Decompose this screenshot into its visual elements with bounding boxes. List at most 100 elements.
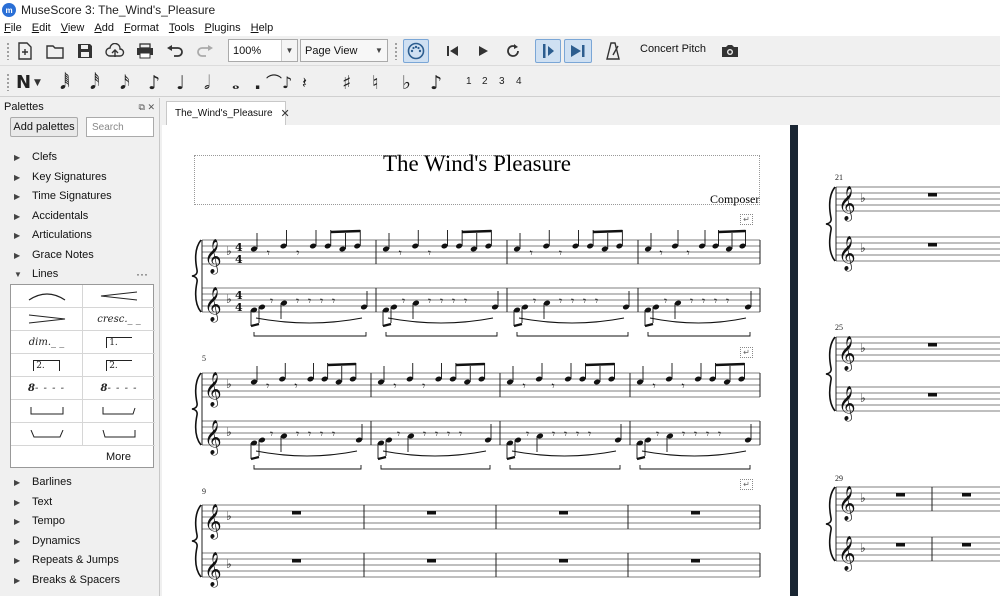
pedal-bracket-round-cell[interactable] [11,423,83,446]
midi-input-icon[interactable] [403,39,429,63]
chevron-down-icon[interactable]: ▼ [371,40,387,61]
quarter-note-icon[interactable]: ♩ [176,72,185,94]
menu-view[interactable]: View [61,22,85,34]
whole-note-icon[interactable]: 𝅝 [232,72,240,94]
eighth-note-icon[interactable]: ♪ [148,72,160,94]
augmentation-dot-icon[interactable]: . [254,72,261,94]
music-notation[interactable]: 𝄞𝄞♭♭4444𝄞𝄞♭♭𝄞𝄞♭♭𝄾 𝄾𝄾 𝄾 𝄾 𝄾 𝄾𝄾 𝄾𝄾 𝄾 𝄾 𝄾 𝄾𝄾 𝄾𝄾 𝄾 𝄾 𝄾 𝄾𝄾 𝄾𝄾… [162,125,1000,596]
voice-3-button[interactable]: 3 [499,76,505,87]
treble-clef-icon: 𝄞 [204,372,222,408]
add-palettes-button[interactable]: Add palettes [10,117,78,137]
seconda-volta-open-cell[interactable]: 2. [11,354,83,377]
rewind-icon[interactable] [442,40,464,62]
eighth-rest: 𝄾 [690,294,693,308]
palette-lines[interactable]: ▼ Lines ··· [0,265,158,283]
palette-dynamics[interactable]: ▶ Dynamics [0,532,158,550]
dim-line-cell[interactable]: dim. _ _ [11,331,83,354]
palette-clefs[interactable]: ▶ Clefs [0,148,158,166]
diminuendo-hairpin-cell[interactable] [11,308,83,331]
64th-note-icon[interactable]: 𝅘𝅥𝅱 [60,72,70,94]
menu-help[interactable]: Help [251,22,274,34]
beam [327,362,356,367]
treble-clef-icon: 𝄞 [838,486,856,522]
play-icon[interactable] [472,40,494,62]
rest-icon[interactable]: 𝄽 [302,72,307,94]
flip-direction-icon[interactable]: ♪ [430,72,442,94]
sharp-icon[interactable]: ♯ [342,72,351,94]
redo-icon[interactable] [194,40,216,62]
flat-icon[interactable]: ♭ [402,72,411,94]
score-tab[interactable]: The_Wind's_Pleasure ✕ [166,101,290,125]
voice-1-button[interactable]: 1 [466,76,472,87]
beam [382,322,392,328]
pan-score-icon[interactable] [564,39,592,63]
toolbar-grip[interactable] [6,42,10,60]
palette-accidentals[interactable]: ▶ Accidentals [0,207,158,225]
natural-icon[interactable]: ♮ [372,72,379,94]
slur-cell[interactable] [11,285,83,308]
playback-start-icon[interactable] [535,39,561,63]
print-icon[interactable] [134,40,156,62]
upload-cloud-icon[interactable] [104,40,126,62]
beam [585,362,615,367]
eighth-rest: 𝄾 [393,379,396,393]
float-icon[interactable]: ⧉ [139,102,145,112]
zoom-combobox[interactable]: 100% ▼ [228,39,298,62]
toolbar-grip[interactable] [6,73,10,91]
palette-search-input[interactable]: Search [86,117,154,137]
prima-volta-cell[interactable]: 1. [83,331,155,354]
new-file-icon[interactable] [14,40,36,62]
more-options-icon[interactable]: ··· [136,267,148,281]
menu-format[interactable]: Format [124,22,159,34]
key-signature-flat: ♭ [226,377,232,391]
undo-icon[interactable] [164,40,186,62]
palettes-header: Palettes ⧉ ✕ [0,98,159,116]
menu-tools[interactable]: Tools [169,22,195,34]
view-mode-select[interactable]: Page View ▼ [300,39,388,62]
pedal-bracket-angled-cell[interactable] [83,400,155,423]
menu-plugins[interactable]: Plugins [205,22,241,34]
palette-grace-notes[interactable]: ▶ Grace Notes [0,246,158,264]
concert-pitch-button[interactable]: Concert Pitch [640,43,706,55]
palette-key-signatures[interactable]: ▶ Key Signatures [0,168,158,186]
note-input-mode-icon[interactable]: N [16,72,31,94]
menu-add[interactable]: Add [94,22,114,34]
palettes-title: Palettes [4,101,44,113]
voice-2-button[interactable]: 2 [482,76,488,87]
menu-file[interactable]: File [4,22,22,34]
voice-4-button[interactable]: 4 [516,76,522,87]
screenshot-icon[interactable] [719,40,741,62]
score-canvas[interactable]: The Wind's Pleasure Composer 5 9 21 25 2… [162,125,1000,596]
pedal-bracket-half-cell[interactable] [83,423,155,446]
palette-time-signatures[interactable]: ▶ Time Signatures [0,187,158,205]
palette-repeats-jumps[interactable]: ▶ Repeats & Jumps [0,551,158,569]
toolbar-grip[interactable] [394,42,398,60]
palette-tempo[interactable]: ▶ Tempo [0,512,158,530]
cresc-line-cell[interactable]: cresc. _ _ [83,308,155,331]
crescendo-hairpin-cell[interactable] [83,285,155,308]
palette-articulations[interactable]: ▶ Articulations [0,226,158,244]
32nd-note-icon[interactable]: 𝅘𝅥𝅰 [90,72,100,94]
open-folder-icon[interactable] [44,40,66,62]
palette-breaks-spacers[interactable]: ▶ Breaks & Spacers [0,571,158,589]
palette-text[interactable]: ▶ Text [0,493,158,511]
eighth-rest: 𝄾 [447,427,450,441]
half-note-icon[interactable]: 𝅗𝅥 [204,72,210,94]
ottava-bassa-cell[interactable]: 8- - - - [83,377,155,400]
whole-rest [962,493,971,497]
seconda-volta-cell[interactable]: 2. [83,354,155,377]
menu-edit[interactable]: Edit [32,22,51,34]
more-lines-button[interactable]: More [83,446,154,468]
save-icon[interactable] [74,40,96,62]
close-icon[interactable]: ✕ [281,107,290,120]
ottava-alta-cell[interactable]: 8- - - - [11,377,83,400]
loop-icon[interactable] [502,40,524,62]
tie-icon[interactable]: ⌒♪ [266,72,292,94]
close-icon[interactable]: ✕ [147,102,155,112]
beam [506,455,516,461]
palette-barlines[interactable]: ▶ Barlines [0,473,158,491]
16th-note-icon[interactable]: 𝅘𝅥𝅯 [120,72,130,94]
pedal-bracket-cell[interactable] [11,400,83,423]
metronome-icon[interactable] [602,40,624,62]
chevron-down-icon[interactable]: ▼ [281,40,297,61]
